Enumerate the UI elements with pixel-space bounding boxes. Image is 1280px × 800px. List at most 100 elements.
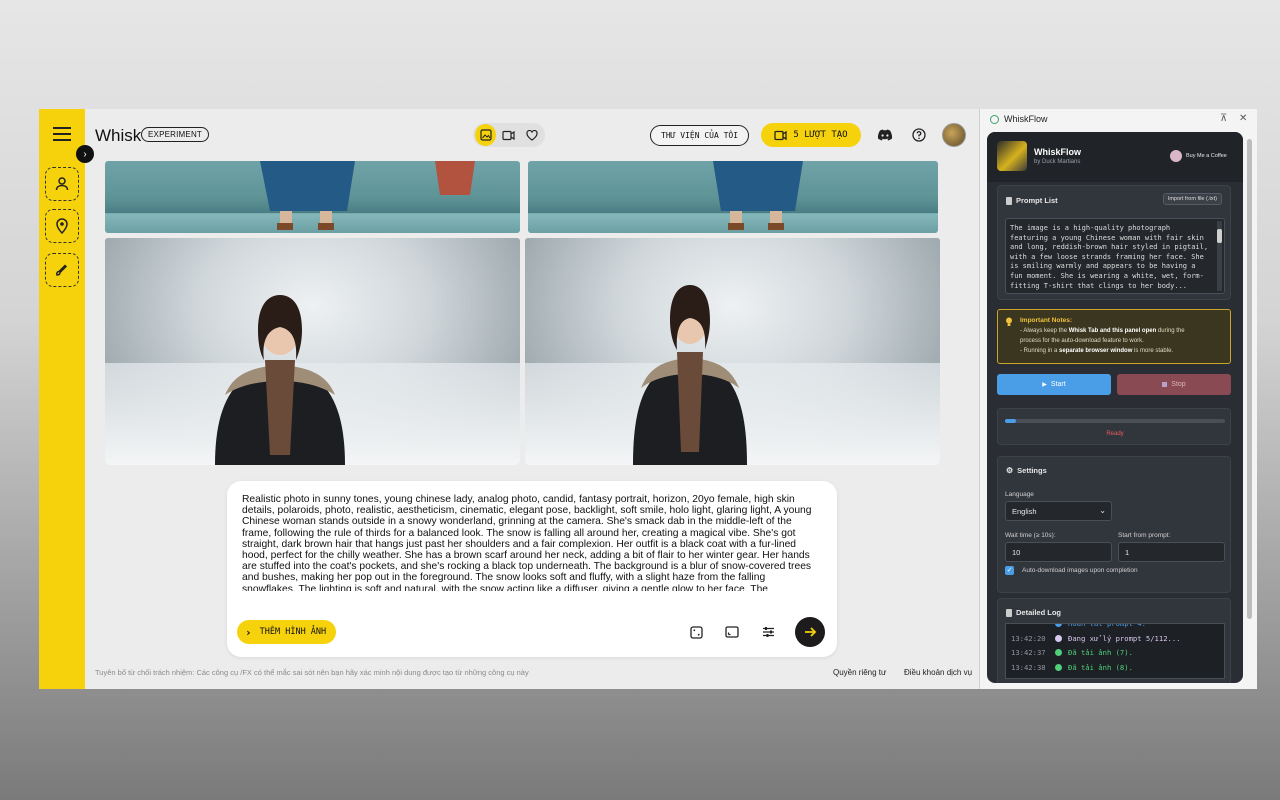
close-icon[interactable]: ✕ xyxy=(1239,113,1247,124)
log-status-icon xyxy=(1055,663,1062,671)
log-timestamp: 13:42:38 xyxy=(1011,662,1046,672)
panel-scrollbar[interactable] xyxy=(1245,129,1255,685)
log-row: 13:42:37 Đã tải ảnh (7). xyxy=(1011,648,1133,657)
log-message: Hoàn tất prompt 5. xyxy=(1068,677,1146,678)
chevron-right-icon: › xyxy=(245,625,252,639)
subject-tool-button[interactable] xyxy=(45,167,79,201)
generations-label: 5 LƯỢT TẠO xyxy=(793,130,848,140)
image-mode-icon xyxy=(480,129,492,141)
woman-figure xyxy=(215,295,345,465)
auto-download-checkbox[interactable]: ✓ xyxy=(1005,566,1014,575)
side-panel-title-text: WhiskFlow xyxy=(1004,114,1048,124)
pin-icon[interactable]: ⊼ xyxy=(1220,113,1227,124)
sliders-icon xyxy=(762,627,774,637)
prompt-list-heading: Prompt List xyxy=(1006,196,1058,205)
bench-photo xyxy=(105,161,520,233)
randomize-button[interactable] xyxy=(688,624,704,640)
favorites-button[interactable] xyxy=(522,124,543,146)
buy-me-coffee-button[interactable]: Buy Me a Coffee xyxy=(1170,150,1227,162)
whiskflow-author: by Duck Martians xyxy=(1034,159,1081,165)
log-message: Đã tải ảnh (8). xyxy=(1068,662,1133,672)
textarea-scrollbar[interactable] xyxy=(1217,221,1222,291)
mode-switcher xyxy=(473,123,545,147)
notes-title: Important Notes: xyxy=(1020,317,1072,324)
generated-image-2[interactable] xyxy=(528,161,938,233)
generations-button[interactable]: 5 LƯỢT TẠO xyxy=(761,123,861,147)
generate-button[interactable] xyxy=(795,617,825,647)
user-avatar[interactable] xyxy=(942,123,966,147)
progress-card: Ready xyxy=(997,408,1231,445)
log-message: Hoàn tất prompt 4. xyxy=(1068,623,1146,628)
person-icon xyxy=(55,177,69,191)
top-bar: Whisk EXPERIMENT THƯ VIỆN CỦA TÔI 5 LƯỢT… xyxy=(85,109,979,161)
whiskflow-panel: WhiskFlow by Duck Martians Buy Me a Coff… xyxy=(987,132,1243,683)
generated-image-4[interactable] xyxy=(525,238,940,465)
whiskflow-name: WhiskFlow xyxy=(1034,147,1081,157)
note-2-text-end: is more stable. xyxy=(1132,348,1174,354)
log-row: 13:42:48 Hoàn tất prompt 5. xyxy=(1011,677,1146,678)
my-library-button[interactable]: THƯ VIỆN CỦA TÔI xyxy=(650,125,750,146)
wait-time-input[interactable]: 10 xyxy=(1005,542,1112,562)
language-label: Language xyxy=(1005,491,1034,498)
settings-sliders-button[interactable] xyxy=(760,624,776,640)
arrow-right-icon xyxy=(804,627,816,637)
whiskflow-header: WhiskFlow by Duck Martians Buy Me a Coff… xyxy=(987,132,1243,182)
stop-icon xyxy=(1162,382,1168,387)
help-button[interactable] xyxy=(910,126,928,144)
wait-time-label: Wait time (≥ 10s): xyxy=(1005,532,1056,539)
browser-window: › Whisk EXPERIMENT THƯ VIỆN CỦA TÔI 5 LƯ… xyxy=(39,109,1257,689)
panel-scroll-thumb[interactable] xyxy=(1247,139,1252,619)
generated-image-1[interactable] xyxy=(105,161,520,233)
video-mode-button[interactable] xyxy=(498,124,519,146)
prompt-list-card: Prompt List Import from file (.txt) The … xyxy=(997,185,1231,300)
start-button[interactable]: ▶ Start xyxy=(997,374,1111,395)
document-icon xyxy=(1006,608,1012,617)
prompt-composer: Realistic photo in sunny tones, young ch… xyxy=(227,481,837,657)
app-logo[interactable]: Whisk xyxy=(95,126,141,146)
log-timestamp: 13:42:37 xyxy=(1011,648,1046,657)
video-credit-icon xyxy=(774,130,788,140)
add-image-button[interactable]: › THÊM HÌNH ẢNH xyxy=(237,620,337,644)
start-from-label: Start from prompt: xyxy=(1118,532,1171,539)
snowy-portrait-photo xyxy=(525,238,940,465)
privacy-link[interactable]: Quyền riêng tư xyxy=(833,668,886,677)
discord-button[interactable] xyxy=(876,126,894,144)
dice-icon xyxy=(689,625,703,639)
import-file-button[interactable]: Import from file (.txt) xyxy=(1162,193,1222,205)
prompt-textarea[interactable]: Realistic photo in sunny tones, young ch… xyxy=(242,494,817,591)
prompt-list-title: Prompt List xyxy=(1016,196,1058,205)
note-2: - Running in a separate browser window i… xyxy=(1020,348,1173,354)
log-message: Đã tải ảnh (7). xyxy=(1068,648,1133,657)
menu-icon[interactable] xyxy=(53,127,71,141)
play-icon: ▶ xyxy=(1042,382,1047,388)
snowy-portrait-photo xyxy=(105,238,520,465)
log-status-icon xyxy=(1055,624,1062,627)
terms-link[interactable]: Điều khoản dịch vụ xyxy=(904,668,972,677)
note-1-continued: process for the auto-download feature to… xyxy=(1020,338,1144,344)
progress-fill xyxy=(1005,419,1016,423)
buy-me-coffee-label: Buy Me a Coffee xyxy=(1186,153,1227,159)
image-mode-button[interactable] xyxy=(475,124,497,146)
expand-panel-button[interactable]: › xyxy=(76,145,94,163)
brush-icon xyxy=(56,264,68,276)
whiskflow-logo-icon xyxy=(990,114,999,124)
language-select[interactable]: English ⌄ xyxy=(1005,501,1112,521)
start-from-input[interactable]: 1 xyxy=(1118,542,1225,562)
prompt-list-text: The image is a high-quality photograph f… xyxy=(1010,224,1209,290)
prompt-list-textarea[interactable]: The image is a high-quality photograph f… xyxy=(1005,218,1225,294)
bench-photo xyxy=(528,161,938,233)
help-icon xyxy=(912,128,926,142)
log-output[interactable]: Hoàn tất prompt 4. 13:42:20 Đang xử lý pro… xyxy=(1005,623,1225,679)
generated-image-3[interactable] xyxy=(105,238,520,465)
style-tool-button[interactable] xyxy=(45,253,79,287)
log-row: 13:42:20 Đang xử lý prompt 5/112... xyxy=(1011,634,1181,643)
settings-title: Settings xyxy=(1017,466,1047,475)
aspect-ratio-button[interactable] xyxy=(724,624,740,640)
flower-pot xyxy=(435,161,475,195)
person-legs-figure xyxy=(260,161,355,230)
aspect-ratio-icon xyxy=(725,626,739,638)
scene-tool-button[interactable] xyxy=(45,209,79,243)
stop-button[interactable]: Stop xyxy=(1117,374,1231,395)
woman-figure xyxy=(633,285,747,465)
log-card: Detailed Log Hoàn tất prompt 4. 13:42:20 Đ… xyxy=(997,598,1231,683)
